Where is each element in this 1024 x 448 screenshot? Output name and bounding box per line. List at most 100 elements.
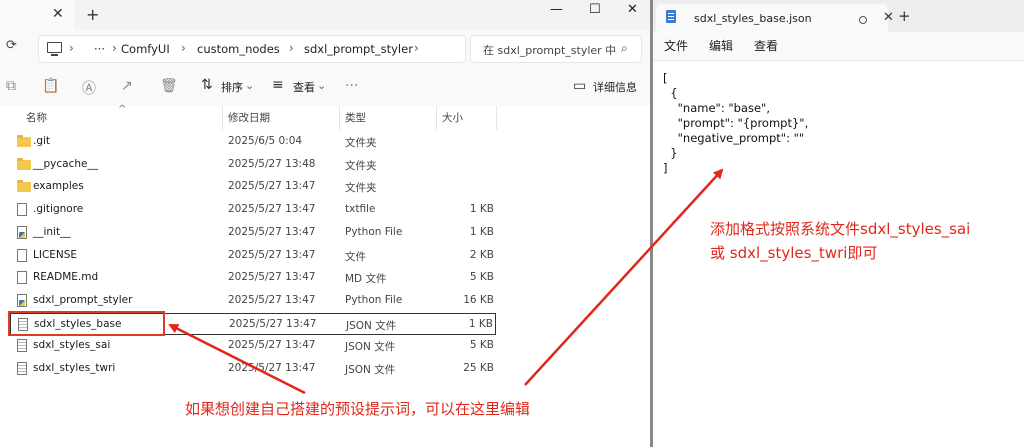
- annotation-right-line1: 添加格式按照系统文件sdxl_styles_sai: [710, 220, 971, 238]
- paste-icon[interactable]: 📋: [42, 78, 59, 94]
- file-type: 文件: [345, 250, 366, 263]
- file-name: examples: [33, 180, 84, 193]
- file-size: 1 KB: [468, 317, 493, 330]
- chevron-down-icon[interactable]: ⌄: [245, 79, 254, 92]
- file-size: 16 KB: [463, 293, 494, 306]
- breadcrumb-more[interactable]: ···: [94, 42, 105, 56]
- file-row[interactable]: sdxl_prompt_styler 2025/5/27 13:47 Python …: [10, 290, 496, 312]
- view-button[interactable]: 查看: [293, 79, 315, 95]
- maximize-button[interactable]: ☐: [589, 2, 601, 17]
- search-input[interactable]: 在 sdxl_prompt_styler 中 ⌕: [470, 35, 642, 63]
- file-explorer-window: ✕ + — ☐ ✕ ⟳ › ··· › ComfyUI › custom_nod…: [0, 0, 650, 447]
- column-divider[interactable]: [339, 106, 340, 130]
- search-icon[interactable]: ⌕: [621, 41, 628, 56]
- file-name: README.md: [33, 271, 99, 284]
- chevron-right-icon: ›: [414, 41, 419, 55]
- chevron-right-icon: ›: [181, 41, 186, 55]
- annotation-right: 添加格式按照系统文件sdxl_styles_sai 或 sdxl_styles_…: [710, 217, 1020, 265]
- column-header-type[interactable]: 类型: [345, 110, 366, 125]
- menu-edit[interactable]: 编辑: [709, 37, 733, 54]
- sort-button[interactable]: 排序: [221, 79, 243, 95]
- search-placeholder: 在 sdxl_prompt_styler 中: [483, 44, 617, 57]
- column-header-modified[interactable]: 修改日期: [228, 110, 270, 125]
- file-row[interactable]: README.md 2025/5/27 13:47 MD 文件 5 KB: [10, 267, 496, 289]
- file-modified: 2025/5/27 13:47: [228, 339, 316, 352]
- file-type: txtfile: [345, 203, 376, 216]
- folder-icon: [17, 180, 31, 193]
- python-file-icon: [17, 225, 27, 239]
- chevron-right-icon: ›: [69, 41, 74, 55]
- new-tab-button[interactable]: +: [86, 5, 99, 24]
- file-row[interactable]: .gitignore 2025/5/27 13:47 txtfile 1 KB: [10, 199, 496, 221]
- notepad-tab-title: sdxl_styles_base.json: [694, 12, 812, 25]
- file-row[interactable]: __init__ 2025/5/27 13:47 Python File 1 KB: [10, 222, 496, 244]
- breadcrumb-item-sdxl-prompt-styler[interactable]: sdxl_prompt_styler: [304, 42, 413, 56]
- file-size: 1 KB: [469, 225, 494, 238]
- refresh-icon[interactable]: ⟳: [6, 38, 17, 53]
- highlight-box: [8, 311, 165, 336]
- file-row[interactable]: LICENSE 2025/5/27 13:47 文件 2 KB: [10, 245, 496, 267]
- notepad-menu-bar: 文件 编辑 查看: [653, 32, 1024, 58]
- copy-icon[interactable]: ⧉: [6, 78, 16, 94]
- chevron-right-icon: ›: [289, 41, 294, 55]
- file-row[interactable]: __pycache__ 2025/5/27 13:48 文件夹: [10, 154, 496, 176]
- json-file-icon: [17, 339, 27, 353]
- close-window-button[interactable]: ✕: [627, 2, 638, 17]
- view-icon[interactable]: ≡: [272, 77, 284, 93]
- close-tab-icon[interactable]: ✕: [52, 6, 64, 22]
- file-size: 5 KB: [469, 271, 494, 284]
- file-size: 25 KB: [463, 362, 494, 374]
- file-name: sdxl_prompt_styler: [33, 293, 133, 306]
- column-divider[interactable]: [436, 106, 437, 130]
- file-modified: 2025/5/27 13:47: [228, 271, 316, 284]
- folder-icon: [17, 135, 31, 147]
- file-name: __pycache__: [33, 157, 98, 170]
- breadcrumb[interactable]: › ··· › ComfyUI › custom_nodes › sdxl_pr…: [38, 35, 466, 63]
- column-divider[interactable]: [222, 106, 223, 130]
- breadcrumb-item-custom-nodes[interactable]: custom_nodes: [197, 42, 280, 56]
- file-type: JSON 文件: [345, 364, 396, 376]
- address-bar: ⟳ › ··· › ComfyUI › custom_nodes › sdxl_…: [0, 30, 650, 67]
- sort-icon[interactable]: ⇅: [201, 77, 213, 93]
- file-size: 1 KB: [469, 203, 494, 216]
- file-type: JSON 文件: [346, 319, 397, 332]
- file-row[interactable]: sdxl_styles_twri 2025/5/27 13:47 JSON 文件 25…: [10, 358, 496, 380]
- rename-icon[interactable]: Ⓐ: [82, 78, 96, 98]
- column-header-name[interactable]: 名称: [26, 110, 47, 125]
- more-options-icon[interactable]: ···: [345, 78, 358, 94]
- details-pane-icon[interactable]: ▭: [573, 78, 586, 94]
- column-header-size[interactable]: 大小: [442, 110, 463, 125]
- this-pc-icon[interactable]: [47, 42, 62, 56]
- file-type: 文件夹: [345, 159, 377, 172]
- editor-content[interactable]: [ { "name": "base", "prompt": "{prompt}"…: [663, 71, 808, 176]
- breadcrumb-item-comfyui[interactable]: ComfyUI: [121, 42, 170, 56]
- file-modified: 2025/5/27 13:47: [228, 248, 316, 261]
- annotation-right-line2: 或 sdxl_styles_twri即可: [710, 244, 878, 262]
- chevron-down-icon[interactable]: ⌄: [317, 79, 326, 92]
- explorer-tab[interactable]: ✕: [0, 0, 75, 30]
- notepad-tab[interactable]: sdxl_styles_base.json ✕: [656, 4, 894, 32]
- sort-ascending-icon: ^: [118, 104, 127, 115]
- file-icon: [17, 271, 27, 285]
- annotation-left: 如果想创建自己搭建的预设提示词，可以在这里编辑: [185, 400, 531, 418]
- file-row[interactable]: sdxl_styles_sai 2025/5/27 13:47 JSON 文件 5 K…: [10, 335, 496, 357]
- minimize-button[interactable]: —: [550, 2, 563, 17]
- file-row[interactable]: examples 2025/5/27 13:47 文件夹: [10, 176, 496, 198]
- file-modified: 2025/5/27 13:47: [228, 293, 316, 306]
- new-tab-button[interactable]: +: [898, 7, 911, 25]
- delete-icon[interactable]: 🗑: [160, 78, 178, 94]
- share-icon[interactable]: ↗: [121, 78, 133, 94]
- file-name: sdxl_styles_twri: [33, 362, 116, 374]
- file-type: Python File: [345, 225, 403, 238]
- file-type: 文件夹: [345, 137, 377, 149]
- file-modified: 2025/5/27 13:47: [228, 203, 316, 216]
- column-divider[interactable]: [496, 106, 497, 130]
- menu-view[interactable]: 查看: [754, 37, 778, 54]
- file-name: __init__: [33, 225, 71, 238]
- file-row[interactable]: .git 2025/6/5 0:04 文件夹: [10, 131, 496, 153]
- python-file-icon: [17, 293, 27, 307]
- file-name: LICENSE: [33, 248, 78, 261]
- details-pane-button[interactable]: 详细信息: [593, 79, 637, 95]
- close-tab-icon[interactable]: ✕: [883, 10, 894, 25]
- menu-file[interactable]: 文件: [664, 37, 688, 54]
